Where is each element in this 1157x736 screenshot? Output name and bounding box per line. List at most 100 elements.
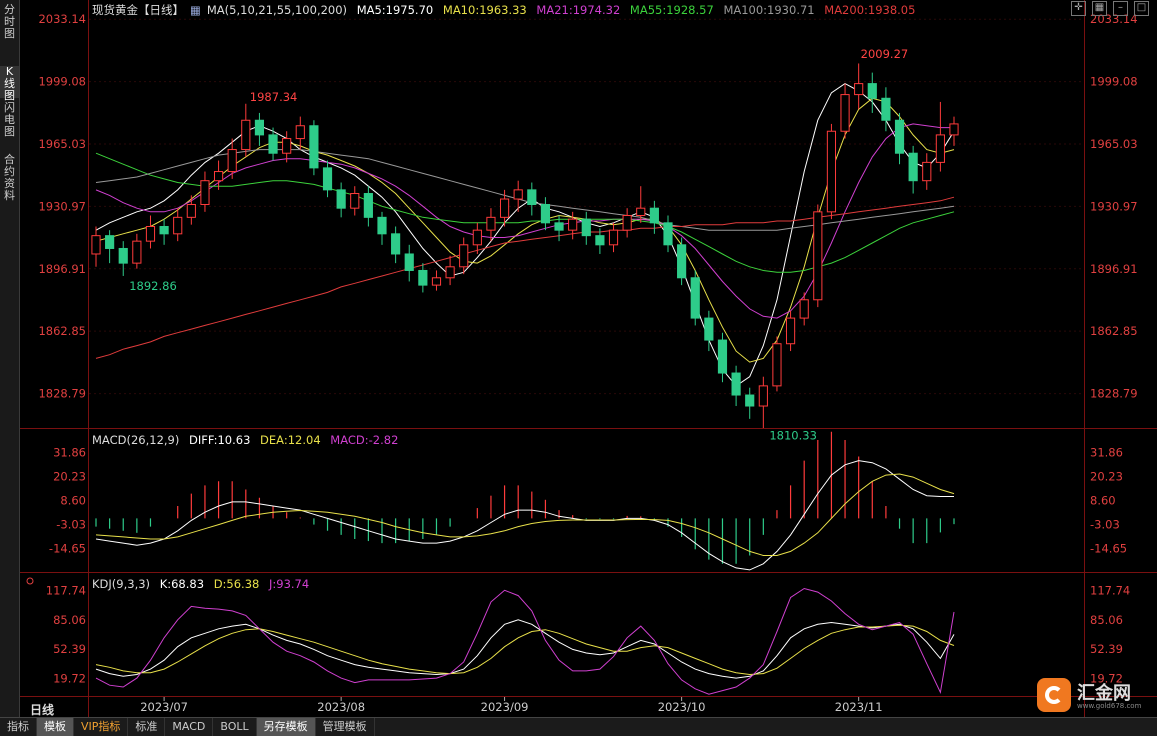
kdj-j-line bbox=[95, 587, 955, 695]
sidebar-item-3[interactable]: 合 约 资 料 bbox=[0, 154, 19, 212]
candle-body bbox=[513, 189, 523, 200]
instrument-title: 现货黄金【日线】 bbox=[92, 3, 184, 17]
candle-body bbox=[677, 244, 687, 279]
candle-body bbox=[690, 277, 700, 319]
price-tick-right: 1862.85 bbox=[1090, 324, 1138, 338]
bottom-tab-7[interactable]: 管理模板 bbox=[316, 718, 375, 736]
macd-tick-right: 31.86 bbox=[1090, 446, 1123, 460]
annotation-low-oct: 1810.33 bbox=[769, 428, 817, 442]
candle-body bbox=[785, 317, 796, 345]
candle-body bbox=[268, 134, 278, 154]
candle-body bbox=[799, 299, 809, 319]
chart-svg[interactable]: 2033.14 2033.141999.08 1999.081965.03 1965.… bbox=[20, 0, 1157, 717]
kdj-d: D:56.38 bbox=[213, 577, 260, 591]
date-tick: 2023/09 bbox=[481, 700, 529, 714]
candle-body bbox=[894, 119, 905, 154]
price-tick-right: 1930.97 bbox=[1090, 199, 1138, 213]
candle-body bbox=[391, 233, 401, 255]
sidebar-item-2[interactable]: 闪 电 图 bbox=[0, 102, 19, 150]
candle-body bbox=[881, 97, 891, 121]
bottom-tab-4[interactable]: MACD bbox=[165, 718, 214, 736]
candle-body bbox=[527, 189, 537, 206]
candle-body bbox=[91, 235, 101, 255]
ma10-value: MA10:1963.33 bbox=[442, 3, 527, 17]
macd-tick-right: -3.03 bbox=[1090, 518, 1120, 532]
grid-icon[interactable]: ▦ bbox=[1092, 1, 1107, 16]
kdj-j: J:93.74 bbox=[269, 577, 310, 591]
macd-tick-right: 20.23 bbox=[1090, 470, 1123, 484]
macd-tick-left: 31.86 bbox=[53, 446, 86, 460]
candle-body bbox=[826, 130, 837, 213]
bottom-tab-2[interactable]: VIP指标 bbox=[74, 718, 129, 736]
candle-body bbox=[459, 244, 469, 268]
line-ma200 bbox=[95, 196, 955, 359]
expand-icon[interactable]: □ bbox=[1134, 1, 1149, 16]
candle-body bbox=[418, 269, 428, 286]
candle-body bbox=[813, 211, 823, 301]
price-tick-left: 1896.91 bbox=[38, 262, 86, 276]
candle-body bbox=[622, 215, 632, 231]
ma200-value: MA200:1938.05 bbox=[824, 3, 916, 17]
macd-tick-left: 8.60 bbox=[60, 494, 86, 508]
kdj-marker-icon bbox=[26, 577, 34, 585]
logo-icon bbox=[1037, 678, 1071, 712]
bottom-tab-5[interactable]: BOLL bbox=[213, 718, 257, 736]
bottom-tab-3[interactable]: 标准 bbox=[128, 718, 166, 736]
candle-body bbox=[499, 198, 510, 218]
ma-params: MA(5,10,21,55,100,200) bbox=[206, 3, 348, 17]
candle-body bbox=[758, 385, 768, 407]
annotation-high-jul: 1987.34 bbox=[250, 90, 298, 104]
bottom-tab-0[interactable]: 指标 bbox=[0, 718, 37, 736]
date-tick: 2023/08 bbox=[317, 700, 365, 714]
candle-body bbox=[295, 125, 305, 140]
candle-body bbox=[105, 235, 115, 249]
price-tick-left: 2033.14 bbox=[38, 12, 86, 26]
macd-diff: DIFF:10.63 bbox=[189, 433, 251, 447]
bottom-tab-1[interactable]: 模板 bbox=[37, 718, 74, 736]
line-ma100 bbox=[95, 149, 955, 231]
chart-area[interactable]: 2033.14 2033.14 1999.08 1999.08 1965.03 1965.… bbox=[20, 0, 1157, 717]
kdj-tick-right: 85.06 bbox=[1090, 613, 1123, 627]
crosshair-icon[interactable]: ✛ bbox=[1071, 1, 1086, 16]
minimize-icon[interactable]: – bbox=[1113, 1, 1128, 16]
macd-tick-left: 20.23 bbox=[53, 470, 86, 484]
kdj-tick-left: 52.39 bbox=[53, 642, 86, 656]
ma5-value: MA5:1975.70 bbox=[356, 3, 434, 17]
kdj-k: K:68.83 bbox=[159, 577, 205, 591]
candle-body bbox=[772, 343, 782, 387]
candle-body bbox=[118, 247, 128, 264]
candle-body bbox=[404, 253, 414, 271]
chart-type-sidebar: 分 时 图 K 线 图闪 电 图合 约 资 料 bbox=[0, 0, 20, 717]
macd-dea: DEA:12.04 bbox=[260, 433, 321, 447]
bottom-toolbar: 指标 模板 VIP指标 标准 MACD BOLL 另存模板 管理模板 bbox=[0, 717, 1157, 736]
window-controls: ✛ ▦ – □ bbox=[1071, 1, 1149, 16]
macd-diff-line bbox=[95, 460, 954, 571]
candle-body bbox=[363, 193, 373, 218]
candle-body bbox=[173, 216, 183, 235]
annotation-low-jul: 1892.86 bbox=[129, 279, 177, 293]
price-tick-right: 1828.79 bbox=[1090, 387, 1138, 401]
candle-body bbox=[350, 193, 360, 209]
annotation-high-oct: 2009.27 bbox=[861, 47, 909, 61]
main-legend: 现货黄金【日线】 ▦ MA(5,10,21,55,100,200) MA5:1975… bbox=[92, 2, 921, 18]
sidebar-item-1[interactable]: K 线 图 bbox=[0, 66, 19, 102]
candle-body bbox=[731, 372, 741, 396]
bottom-tab-6[interactable]: 另存模板 bbox=[256, 718, 316, 736]
line-ma55 bbox=[95, 152, 955, 273]
candle-body bbox=[213, 171, 224, 182]
period-label[interactable]: 日线 bbox=[30, 701, 54, 718]
price-tick-left: 1862.85 bbox=[38, 324, 86, 338]
candle-body bbox=[486, 216, 496, 231]
candle-body bbox=[322, 167, 333, 191]
macd-value: MACD:-2.82 bbox=[330, 433, 399, 447]
candle-body bbox=[949, 123, 959, 136]
candle-body bbox=[540, 204, 551, 224]
sidebar-item-0[interactable]: 分 时 图 bbox=[0, 4, 19, 48]
date-tick: 2023/10 bbox=[658, 700, 706, 714]
price-tick-right: 1999.08 bbox=[1090, 75, 1138, 89]
price-tick-right: 1896.91 bbox=[1090, 262, 1138, 276]
macd-tick-left: -3.03 bbox=[56, 518, 86, 532]
candle-body bbox=[200, 180, 210, 206]
ma100-value: MA100:1930.71 bbox=[723, 3, 815, 17]
date-tick: 2023/07 bbox=[140, 700, 188, 714]
